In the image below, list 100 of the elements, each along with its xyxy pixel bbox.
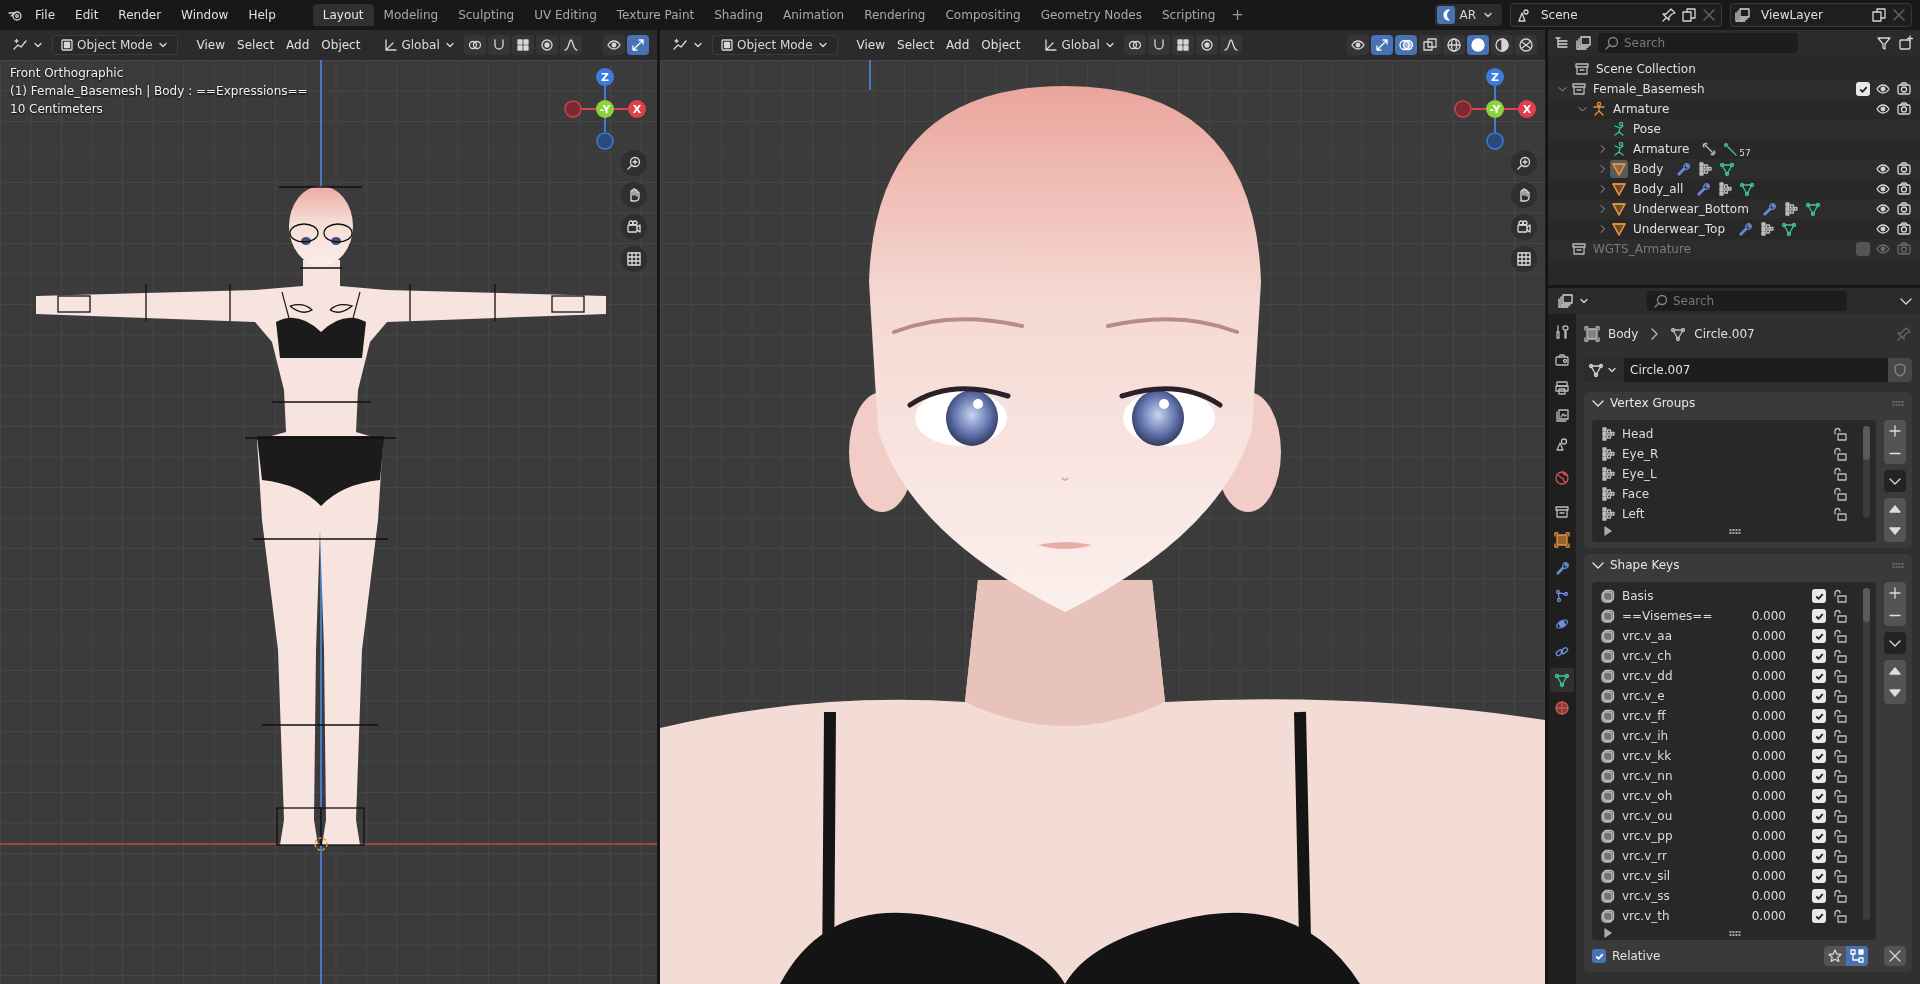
vertex-groups-icon[interactable] (1697, 161, 1714, 177)
list-item[interactable]: vrc.v_oh (1622, 789, 1720, 803)
unlock-icon[interactable] (1832, 628, 1848, 644)
toolbar-button[interactable] (1515, 35, 1537, 55)
workspace-tab[interactable]: Animation (773, 4, 855, 26)
scene-icon[interactable] (1515, 7, 1531, 23)
checkbox[interactable] (1812, 869, 1826, 883)
view-layer-selector[interactable]: ViewLayer (1730, 3, 1912, 27)
workspace-tab[interactable]: Shading (704, 4, 773, 26)
mesh-icon[interactable] (1610, 200, 1628, 218)
list-item[interactable]: vrc.v_kk (1622, 749, 1720, 763)
viewport-canvas[interactable]: Front Orthographic (1) Female_Basemesh | Body : ==Expressions== 10 Centimeters Z -Y X (0, 60, 657, 984)
unlock-icon[interactable] (1832, 748, 1848, 764)
workspace-tab[interactable]: Geometry Nodes (1030, 4, 1152, 26)
checkbox[interactable] (1812, 629, 1826, 643)
workspace-tab[interactable]: Texture Paint (606, 4, 705, 26)
list-item[interactable]: Eye_R (1622, 447, 1826, 461)
mesh-data-icon[interactable] (1804, 201, 1821, 217)
toolbar-button[interactable] (627, 35, 649, 55)
value-field[interactable]: 0.000 (1726, 869, 1786, 883)
list-item[interactable]: vrc.v_rr (1622, 849, 1720, 863)
list-item[interactable]: ==Visemes== (1622, 609, 1720, 623)
copy-icon[interactable] (1681, 7, 1697, 23)
workspace-tab[interactable]: UV Editing (524, 4, 607, 26)
value-field[interactable]: 0.000 (1726, 909, 1786, 923)
outliner-item[interactable]: Body_all (1633, 182, 1684, 196)
search-field[interactable]: Search (1598, 33, 1798, 53)
checkbox[interactable] (1812, 829, 1826, 843)
outliner-item[interactable]: Underwear_Top (1633, 222, 1726, 236)
gizmo-axis-button[interactable]: X (1518, 100, 1536, 118)
zoom-button[interactable] (1511, 150, 1537, 176)
menu-item[interactable]: Window (172, 5, 238, 25)
eye-icon[interactable] (1875, 101, 1891, 117)
value-field[interactable]: 0.000 (1726, 789, 1786, 803)
unlock-icon[interactable] (1832, 708, 1848, 724)
toolbar-button[interactable] (603, 35, 625, 55)
list-item[interactable]: Left (1622, 507, 1826, 521)
list-item[interactable]: vrc.v_ch (1622, 649, 1720, 663)
list-item[interactable]: vrc.v_ff (1622, 709, 1720, 723)
new-collection-icon[interactable] (1898, 35, 1914, 51)
eye-icon[interactable] (1875, 181, 1891, 197)
unlock-icon[interactable] (1832, 768, 1848, 784)
view-layer-name-field[interactable]: ViewLayer (1755, 8, 1867, 22)
gizmo-axis-button[interactable] (596, 132, 614, 150)
wrench-icon[interactable] (1737, 221, 1754, 237)
camera-icon[interactable] (1896, 101, 1912, 117)
fake-user-button[interactable] (1888, 358, 1912, 382)
list-item[interactable]: vrc.v_ss (1622, 889, 1720, 903)
outliner-item[interactable]: Body (1633, 162, 1664, 176)
eye-icon[interactable] (1875, 221, 1891, 237)
unlock-icon[interactable] (1832, 588, 1848, 604)
list-item[interactable]: vrc.v_e (1622, 689, 1720, 703)
checkbox[interactable] (1812, 849, 1826, 863)
collection-icon[interactable] (1573, 60, 1591, 78)
checkbox[interactable] (1812, 649, 1826, 663)
panel-title[interactable]: Shape Keys (1610, 558, 1680, 572)
mode-dropdown[interactable]: Object Mode (712, 35, 838, 55)
value-field[interactable]: 0.000 (1726, 849, 1786, 863)
camera-icon[interactable] (1896, 81, 1912, 97)
list-item[interactable]: Eye_L (1622, 467, 1826, 481)
specials-menu-button[interactable] (1884, 470, 1906, 492)
unlock-icon[interactable] (1832, 608, 1848, 624)
checkbox[interactable] (1592, 949, 1606, 963)
unlock-icon[interactable] (1832, 466, 1848, 482)
add-workspace-button[interactable]: + (1225, 4, 1250, 26)
unlock-icon[interactable] (1832, 486, 1848, 502)
unlock-icon[interactable] (1832, 828, 1848, 844)
camera-view-button[interactable] (621, 214, 647, 240)
scene-selector[interactable]: Scene (1510, 3, 1722, 27)
value-field[interactable]: 0.000 (1726, 649, 1786, 663)
value-field[interactable]: 0.000 (1726, 609, 1786, 623)
checkbox[interactable] (1812, 909, 1826, 923)
zoom-button[interactable] (621, 150, 647, 176)
camera-icon[interactable] (1896, 181, 1912, 197)
mesh-data-icon[interactable] (1739, 181, 1756, 197)
toolbar-button[interactable] (1395, 35, 1417, 55)
eye-icon[interactable] (1875, 161, 1891, 177)
scrollbar[interactable] (1863, 588, 1870, 920)
unlock-icon[interactable] (1832, 888, 1848, 904)
unlock-icon[interactable] (1832, 688, 1848, 704)
unlock-icon[interactable] (1832, 868, 1848, 884)
orientation-dropdown[interactable]: Global (1039, 35, 1122, 55)
grid-view-button[interactable] (621, 246, 647, 272)
list-item[interactable]: vrc.v_pp (1622, 829, 1720, 843)
header-menu[interactable]: View (191, 36, 231, 54)
outliner-item[interactable]: Armature (1613, 102, 1670, 116)
header-menu[interactable]: Select (892, 36, 940, 54)
gizmo-axis-button[interactable] (1486, 132, 1504, 150)
toolbar-button[interactable] (1147, 35, 1170, 55)
checkbox[interactable] (1812, 889, 1826, 903)
workspace-tab[interactable]: Scripting (1151, 4, 1226, 26)
gizmo-axis-button[interactable]: Z (596, 68, 614, 86)
bone-icon[interactable] (1701, 141, 1718, 157)
list-item[interactable]: Face (1622, 487, 1826, 501)
toolbar-button[interactable] (1171, 35, 1194, 55)
value-field[interactable]: 0.000 (1726, 629, 1786, 643)
mesh-data-icon[interactable] (1719, 161, 1736, 177)
workspace-tab[interactable]: Layout (312, 4, 374, 26)
unlock-icon[interactable] (1832, 426, 1848, 442)
pan-button[interactable] (621, 182, 647, 208)
